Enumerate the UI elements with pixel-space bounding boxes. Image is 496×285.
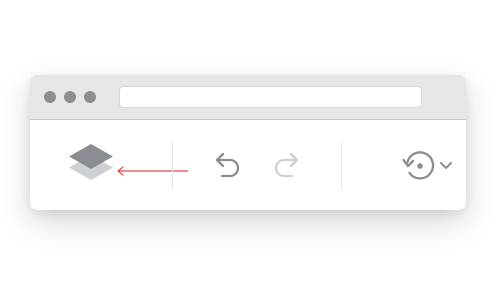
window-control-zoom[interactable]: [84, 91, 96, 103]
redo-icon[interactable]: [270, 149, 304, 188]
history-icon[interactable]: [401, 148, 457, 189]
chevron-down-icon: [440, 162, 452, 169]
toolbar-divider: [341, 141, 342, 189]
toolbar: [30, 120, 466, 210]
layers-icon[interactable]: [67, 144, 115, 191]
toolbar-divider: [172, 141, 173, 189]
address-bar[interactable]: [119, 86, 422, 108]
browser-window: [30, 75, 466, 210]
window-control-close[interactable]: [44, 91, 56, 103]
title-bar: [30, 75, 466, 120]
undo-icon[interactable]: [210, 149, 244, 188]
annotation-arrow: [116, 163, 190, 181]
window-control-minimize[interactable]: [64, 91, 76, 103]
